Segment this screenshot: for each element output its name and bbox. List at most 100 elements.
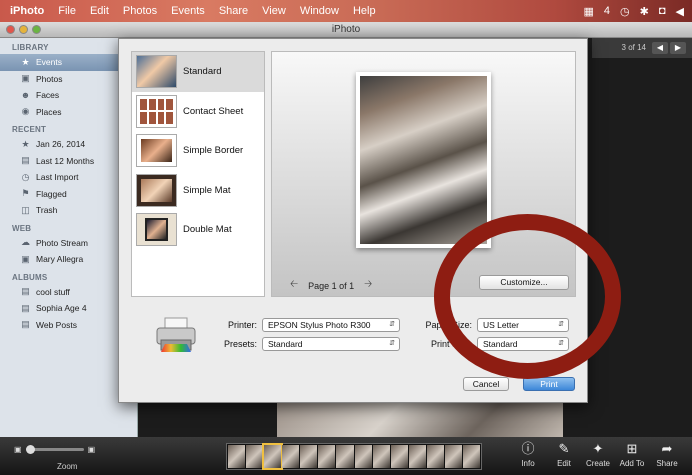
zoom-label: Zoom [57,462,78,471]
share-button[interactable]: ➦ Share [651,439,683,468]
adobe-icon[interactable]: ▦ [584,5,594,18]
minimize-button[interactable] [19,25,28,34]
zoom-slider-knob[interactable] [25,445,35,454]
volume-icon[interactable]: ◀ [676,5,684,18]
cancel-button[interactable]: Cancel [463,377,509,391]
add-to-button[interactable]: ⊞ Add To [616,439,648,468]
tool-label: Add To [619,459,645,468]
menu-window[interactable]: Window [300,5,339,17]
sidebar-item-jan-26[interactable]: ★ Jan 26, 2014 [0,136,137,153]
menu-share[interactable]: Share [219,5,248,17]
filmstrip-frame[interactable] [300,445,318,468]
filmstrip-frame[interactable] [246,445,264,468]
filmstrip-frame[interactable] [228,445,246,468]
stepper-icon: ⇵ [389,321,395,328]
theme-label: Contact Sheet [183,105,244,117]
page-navigator: 🡠 Page 1 of 1 🡢 [290,277,372,294]
zoom-in-icon[interactable]: ▣ [88,445,96,454]
filmstrip-frame[interactable] [318,445,336,468]
viewer-nav-bar: 3 of 14 ◀ ▶ [592,38,692,58]
menu-file[interactable]: File [58,5,76,17]
zoom-slider[interactable] [25,445,84,454]
sidebar-item-label: Photo Stream [36,237,88,248]
close-button[interactable] [6,25,15,34]
window-controls [6,25,41,34]
print-button[interactable]: Print [523,377,575,391]
bluetooth-icon[interactable]: ✱ [640,5,649,18]
menu-view[interactable]: View [262,5,286,17]
sidebar-item-label: Events [36,57,62,68]
menu-photos[interactable]: Photos [123,5,157,17]
wifi-icon[interactable]: ◘ [659,5,666,17]
flag-icon: ⚑ [21,188,30,199]
theme-label: Standard [183,66,222,78]
sidebar-header-web: WEB [12,223,32,233]
sidebar-item-mary-allegra[interactable]: ▣ Mary Allegra [0,251,137,268]
calendar-icon: ▤ [21,155,30,166]
sidebar-item-last-import[interactable]: ◷ Last Import [0,169,137,186]
tool-label: Create [585,459,610,468]
zoom-out-icon[interactable]: ▣ [14,445,22,454]
theme-thumbnail [136,173,177,207]
sidebar-item-web-posts[interactable]: ▤ Web Posts [0,317,137,334]
theme-standard[interactable]: Standard [132,52,264,92]
edit-button[interactable]: ✎ Edit [548,439,580,468]
next-page-icon[interactable]: 🡢 [364,277,372,294]
tool-label: Edit [557,459,571,468]
menu-bar: iPhoto File Edit Photos Events Share Vie… [0,0,692,22]
sidebar-item-events[interactable]: ★ Events [0,54,137,71]
printer-select[interactable]: EPSON Stylus Photo R300 ⇵ [262,318,400,332]
facebook-icon: ▣ [21,253,30,264]
event-icon: ★ [21,138,30,149]
previous-page-icon[interactable]: 🡠 [290,277,298,294]
filmstrip-frame[interactable] [444,445,463,468]
sidebar-item-photos[interactable]: ▣ Photos [0,71,137,88]
filmstrip-frame[interactable] [408,445,426,468]
menu-app-name[interactable]: iPhoto [10,5,44,17]
events-icon: ★ [21,56,30,67]
create-button[interactable]: ✦ Create [582,439,614,468]
info-button[interactable]: ⓘ Info [512,439,544,468]
menu-events[interactable]: Events [171,5,205,17]
filmstrip-frame[interactable] [372,445,390,468]
filmstrip-frame[interactable] [336,445,354,468]
sidebar-item-cool-stuff[interactable]: ▤ cool stuff [0,284,137,301]
previous-photo-button[interactable]: ◀ [652,42,668,54]
theme-simple-border[interactable]: Simple Border [132,131,264,171]
zoom-button[interactable] [32,25,41,34]
sidebar-item-label: Photos [36,73,63,84]
status-area: ▦ 4 ◷ ✱ ◘ ◀ [584,0,684,22]
stepper-icon: ⇵ [389,340,395,347]
sidebar-item-last-12-months[interactable]: ▤ Last 12 Months [0,153,137,170]
filmstrip-frame[interactable] [354,445,372,468]
sidebar-item-faces[interactable]: ☻ Faces [0,87,137,104]
sidebar-item-trash[interactable]: ◫ Trash [0,202,137,219]
theme-thumbnail [136,213,177,247]
filmstrip[interactable] [226,443,482,470]
time-machine-icon[interactable]: ◷ [620,5,630,18]
sidebar-item-places[interactable]: ◉ Places [0,104,137,121]
presets-select[interactable]: Standard ⇵ [262,337,400,351]
sidebar-item-photo-stream[interactable]: ☁ Photo Stream [0,235,137,252]
sidebar-item-label: Trash [36,205,58,216]
tool-label: Info [521,459,535,468]
album-icon: ▤ [21,302,30,313]
menu-help[interactable]: Help [353,5,376,17]
next-photo-button[interactable]: ▶ [670,42,686,54]
faces-icon: ☻ [20,90,31,101]
filmstrip-frame[interactable] [282,445,300,468]
filmstrip-frame[interactable] [426,445,444,468]
filmstrip-frame[interactable] [463,445,481,468]
tool-label: Share [656,459,678,468]
menu-edit[interactable]: Edit [90,5,109,17]
filmstrip-frame-current[interactable] [262,443,284,470]
theme-double-mat[interactable]: Double Mat [132,210,264,250]
sidebar-item-flagged[interactable]: ⚑ Flagged [0,186,137,203]
sidebar-item-sophia-age-4[interactable]: ▤ Sophia Age 4 [0,300,137,317]
theme-simple-mat[interactable]: Simple Mat [132,171,264,211]
theme-contact-sheet[interactable]: Contact Sheet [132,92,264,132]
create-icon: ✦ [592,441,604,456]
filmstrip-frame[interactable] [390,445,408,468]
edit-icon: ✎ [558,441,570,456]
sidebar-header-recent: RECENT [12,125,47,134]
